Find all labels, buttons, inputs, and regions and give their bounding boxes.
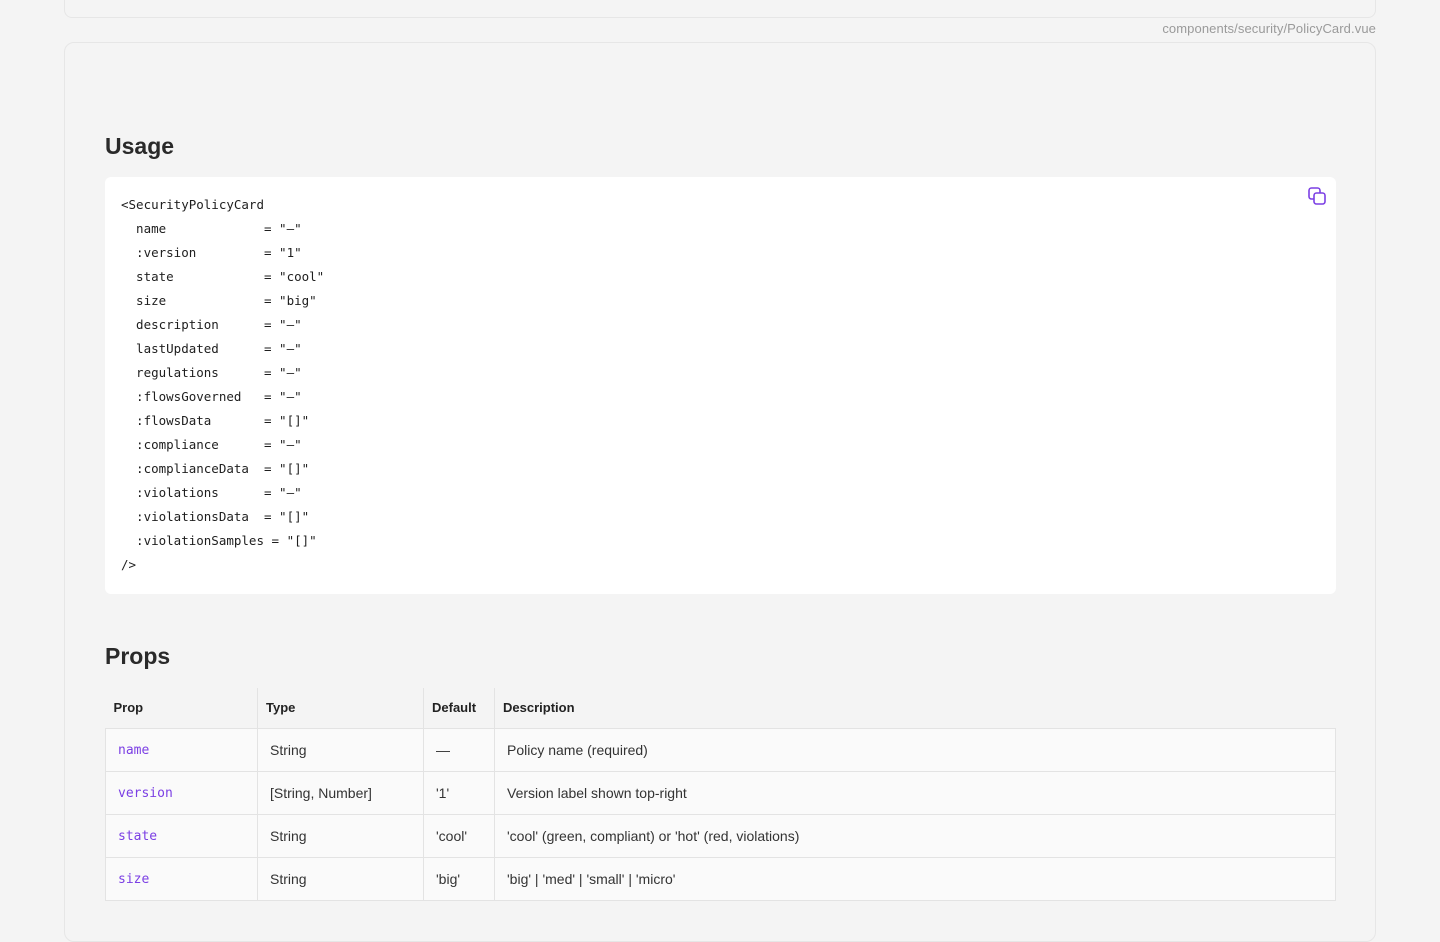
code-line: state = "cool" [121,269,325,284]
description-cell: Policy name (required) [494,727,1336,772]
prop-name: version [118,786,173,801]
description-cell: 'cool' (green, compliant) or 'hot' (red,… [494,813,1336,858]
column-header-type: Type [257,688,424,728]
code-line: size = "big" [121,293,317,308]
previous-card [64,0,1376,18]
type-cell: String [257,727,424,772]
usage-code-block[interactable]: <SecurityPolicyCard name = "—" :version … [105,177,1336,594]
column-header-default: Default [423,688,495,728]
code-line: regulations = "—" [121,365,302,380]
code-line: :complianceData = "[]" [121,461,310,476]
code-line: :violationsData = "[]" [121,509,310,524]
code-line: lastUpdated = "—" [121,341,302,356]
table-row: version [String, Number] '1' Version lab… [105,770,1336,815]
code-line: :violations = "—" [121,485,302,500]
copy-icon [1308,187,1326,205]
table-row: name String — Policy name (required) [105,727,1336,772]
props-table: Prop Type Default Description name Strin… [105,688,1336,901]
prop-name: name [118,743,150,758]
doc-card: Usage <SecurityPolicyCard name = "—" :ve… [64,42,1376,942]
copy-code-button[interactable] [1306,185,1328,207]
default-cell: 'big' [423,856,495,901]
table-row: state String 'cool' 'cool' (green, compl… [105,813,1336,858]
code-line: :flowsGoverned = "—" [121,389,302,404]
description-cell: Version label shown top-right [494,770,1336,815]
prop-cell: name [105,727,258,772]
code-line: /> [121,557,137,572]
code-line: :compliance = "—" [121,437,302,452]
prop-cell: size [105,856,258,901]
type-cell: String [257,813,424,858]
usage-heading: Usage [105,133,175,159]
column-header-description: Description [494,688,1336,728]
default-cell: '1' [423,770,495,815]
type-cell: [String, Number] [257,770,424,815]
code-line: :violationSamples = "[]" [121,533,317,548]
type-cell: String [257,856,424,901]
column-header-prop: Prop [105,688,258,728]
component-file-path: components/security/PolicyCard.vue [1162,21,1376,36]
table-row: size String 'big' 'big' | 'med' | 'small… [105,856,1336,901]
default-cell: — [423,727,495,772]
description-cell: 'big' | 'med' | 'small' | 'micro' [494,856,1336,901]
table-header-row: Prop Type Default Description [105,688,1336,728]
prop-cell: version [105,770,258,815]
code-line: <SecurityPolicyCard [121,197,264,212]
code-line: description = "—" [121,317,302,332]
code-line: :version = "1" [121,245,302,260]
prop-name: state [118,829,158,844]
code-line: name = "—" [121,221,302,236]
prop-cell: state [105,813,258,858]
prop-name: size [118,872,150,887]
default-cell: 'cool' [423,813,495,858]
props-heading: Props [105,643,171,669]
code-line: :flowsData = "[]" [121,413,310,428]
